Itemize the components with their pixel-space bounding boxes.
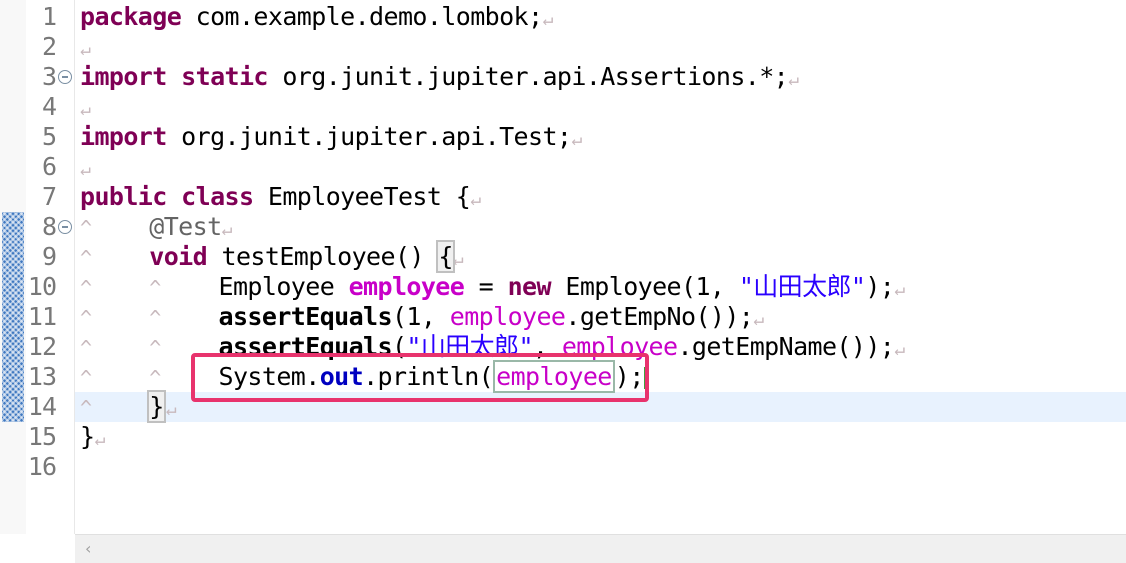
line-break-icon: ↵ [894, 339, 905, 360]
code-text: (1, [391, 302, 450, 331]
line-break-icon: ↵ [221, 219, 233, 240]
collapse-icon[interactable] [58, 220, 72, 234]
keyword: import [80, 62, 167, 91]
code-line-2[interactable]: ↵ [80, 32, 91, 65]
line-number: 10 [27, 272, 57, 301]
scroll-left-icon[interactable]: ‹ [85, 539, 91, 558]
line-number: 11 [27, 302, 57, 331]
line-break-icon: ↵ [80, 39, 91, 60]
local-variable: employee [348, 272, 465, 301]
code-line-10[interactable]: ^ ^ Employee employee = new Employee(1, … [80, 272, 905, 305]
code-line-3[interactable]: import static org.junit.jupiter.api.Asse… [80, 62, 799, 95]
line-number: 9 [41, 242, 57, 271]
line-break-icon: ↵ [571, 129, 582, 150]
line-break-icon: ↵ [80, 99, 91, 120]
line-break-icon: ↵ [94, 429, 105, 450]
code-editor[interactable]: 1 2 3 4 5 6 7 8 9 10 11 12 13 14 15 16 p… [0, 0, 1126, 534]
code-line-7[interactable]: public class EmployeeTest {↵ [80, 182, 481, 215]
code-text: ); [865, 272, 895, 301]
line-number: 12 [27, 332, 57, 361]
code-text: org.junit.jupiter.api.Assertions.*; [267, 62, 789, 91]
line-number: 4 [41, 92, 57, 121]
change-indicator [2, 212, 24, 422]
collapse-icon[interactable] [58, 70, 72, 84]
code-line-14[interactable]: ^ } ↵ [80, 390, 177, 425]
code-line-9[interactable]: ^ void testEmployee() {↵ [80, 240, 464, 275]
line-number: 14 [27, 392, 57, 421]
tab-marker-icon: ^ [80, 336, 92, 360]
line-number: 15 [27, 422, 57, 451]
change-ruler [0, 0, 26, 534]
line-break-icon: ↵ [542, 9, 553, 30]
line-break-icon: ↵ [452, 249, 464, 270]
line-number: 2 [41, 32, 57, 61]
line-number: 13 [27, 362, 57, 391]
code-text: = [464, 272, 508, 301]
matching-brace: } [147, 390, 166, 423]
code-line-11[interactable]: ^ ^ assertEquals(1, employee.getEmpNo())… [80, 302, 764, 335]
line-number: 3 [41, 62, 57, 91]
keyword: public [80, 182, 167, 211]
horizontal-scrollbar[interactable]: ‹ [75, 534, 1126, 563]
code-line-5[interactable]: import org.junit.jupiter.api.Test;↵ [80, 122, 582, 155]
line-break-icon: ↵ [80, 159, 91, 180]
line-number: 6 [41, 152, 57, 181]
annotation: @Test [149, 212, 222, 241]
method-name: assertEquals [218, 302, 393, 331]
tab-marker-icon: ^ [149, 276, 161, 300]
code-line-15[interactable]: }↵ [80, 422, 105, 455]
keyword: class [181, 182, 254, 211]
line-break-icon: ↵ [470, 189, 481, 210]
code-text: EmployeeTest { [253, 182, 471, 211]
line-break-icon: ↵ [788, 69, 799, 90]
tab-marker-icon: ^ [80, 216, 92, 240]
line-break-icon: ↵ [894, 279, 905, 300]
string-literal: "山田太郎" [738, 272, 866, 301]
code-text: testEmployee() [207, 242, 439, 271]
line-break-icon: ↵ [753, 309, 764, 330]
line-number: 7 [41, 182, 57, 211]
line-number: 1 [41, 2, 57, 31]
tab-marker-icon: ^ [80, 366, 92, 390]
highlight-box [191, 353, 649, 402]
code-line-1[interactable]: package com.example.demo.lombok;↵ [80, 2, 553, 35]
line-number: 5 [41, 122, 57, 151]
keyword: package [80, 2, 182, 31]
code-text: } [80, 422, 95, 451]
keyword: import [80, 122, 167, 151]
tab-marker-icon: ^ [80, 246, 92, 270]
code-text: org.junit.jupiter.api.Test; [166, 122, 572, 151]
keyword: static [181, 62, 268, 91]
tab-marker-icon: ^ [80, 396, 92, 420]
keyword: void [149, 242, 208, 271]
tab-marker-icon: ^ [80, 276, 92, 300]
tab-marker-icon: ^ [149, 306, 161, 330]
code-text: .getEmpName()); [677, 332, 895, 361]
tab-marker-icon: ^ [149, 366, 161, 390]
line-number: 16 [27, 452, 57, 481]
code-text: com.example.demo.lombok; [181, 2, 543, 31]
matching-brace: { [436, 240, 455, 273]
code-line-8[interactable]: ^ @Test↵ [80, 212, 232, 245]
local-variable: employee [449, 302, 566, 331]
tab-marker-icon: ^ [149, 336, 161, 360]
code-line-4[interactable]: ↵ [80, 92, 91, 125]
line-break-icon: ↵ [165, 399, 177, 420]
code-text: .getEmpNo()); [565, 302, 754, 331]
code-text: Employee(1, [550, 272, 739, 301]
code-text: Employee [218, 272, 349, 301]
tab-marker-icon: ^ [80, 306, 92, 330]
keyword: new [507, 272, 552, 301]
code-line-6[interactable]: ↵ [80, 152, 91, 185]
line-number: 8 [41, 212, 57, 241]
